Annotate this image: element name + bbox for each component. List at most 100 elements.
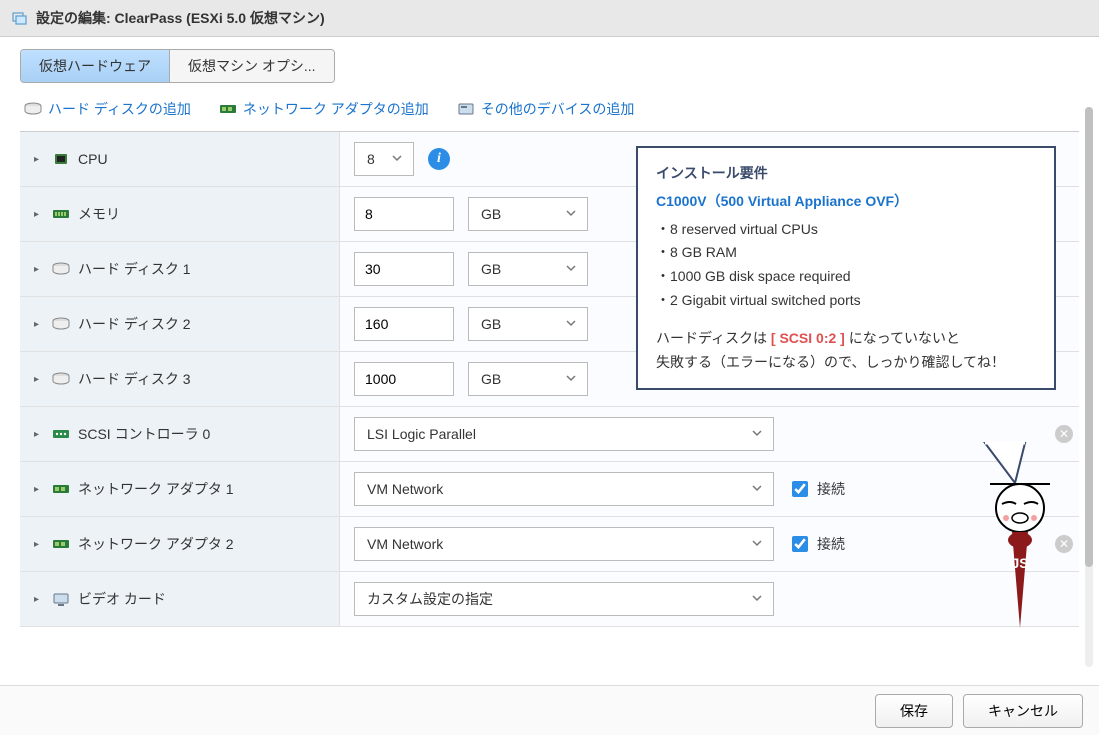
video-controls: カスタム設定の指定	[340, 572, 1049, 626]
expand-icon: ▸	[34, 594, 44, 605]
disk3-unit-select[interactable]: GB	[468, 362, 588, 396]
nic1-connect-label: 接続	[817, 479, 845, 499]
remove-nic2-button[interactable]: ✕	[1055, 535, 1073, 553]
disk3-label-cell[interactable]: ▸ ハード ディスク 3	[20, 352, 340, 406]
nic2-connect-wrap: 接続	[788, 533, 845, 555]
disk3-value-input[interactable]	[354, 362, 454, 396]
nic2-value: VM Network	[367, 536, 443, 552]
disk1-value-input[interactable]	[354, 252, 454, 286]
cancel-button[interactable]: キャンセル	[963, 694, 1083, 728]
disk2-value-input[interactable]	[354, 307, 454, 341]
scrollbar-thumb[interactable]	[1085, 107, 1093, 567]
add-hard-disk[interactable]: ハード ディスクの追加	[24, 99, 191, 119]
add-hard-disk-label: ハード ディスクの追加	[48, 99, 191, 119]
chevron-down-icon	[751, 481, 763, 497]
disk2-unit-select[interactable]: GB	[468, 307, 588, 341]
video-label-cell[interactable]: ▸ ビデオ カード	[20, 572, 340, 626]
nic1-connect-wrap: 接続	[788, 478, 845, 500]
disk2-label: ハード ディスク 2	[78, 314, 191, 334]
nic1-label-cell[interactable]: ▸ ネットワーク アダプタ 1	[20, 462, 340, 516]
expand-icon: ▸	[34, 429, 44, 440]
callout-bullet-2: ・8 GB RAM	[656, 241, 1036, 265]
device-icon	[457, 102, 475, 116]
monitor-icon	[52, 592, 70, 606]
expand-icon: ▸	[34, 484, 44, 495]
scsi-type-select[interactable]: LSI Logic Parallel	[354, 417, 774, 451]
disk3-label: ハード ディスク 3	[78, 369, 191, 389]
scsi-label: SCSI コントローラ 0	[78, 424, 210, 444]
callout-note-1c: になっていないと	[845, 330, 960, 346]
callout-bullet-4: ・2 Gigabit virtual switched ports	[656, 289, 1036, 313]
tab-virtual-hardware[interactable]: 仮想ハードウェア	[21, 50, 170, 82]
nic2-controls: VM Network 接続	[340, 517, 1049, 571]
mascot-character: JS	[988, 478, 1052, 631]
cpu-label: CPU	[78, 151, 108, 167]
callout-product: C1000V（500 Virtual Appliance OVF）	[656, 190, 1036, 214]
row-scsi: ▸ SCSI コントローラ 0 LSI Logic Parallel ✕	[20, 407, 1079, 462]
nic-icon	[52, 482, 70, 496]
chevron-down-icon	[565, 206, 577, 222]
row-nic1: ▸ ネットワーク アダプタ 1 VM Network 接続	[20, 462, 1079, 517]
disk2-unit: GB	[481, 316, 501, 332]
memory-unit: GB	[481, 206, 501, 222]
ram-icon	[52, 207, 70, 221]
info-icon[interactable]: i	[428, 148, 450, 170]
scrollbar[interactable]	[1085, 107, 1093, 667]
callout-note-1: ハードディスクは [ SCSI 0:2 ] になっていないと	[656, 327, 1036, 351]
tab-bar: 仮想ハードウェア 仮想マシン オプシ...	[20, 49, 335, 83]
video-value: カスタム設定の指定	[367, 589, 493, 609]
callout-note-1a: ハードディスクは	[656, 330, 771, 346]
expand-icon: ▸	[34, 319, 44, 330]
disk1-label: ハード ディスク 1	[78, 259, 191, 279]
video-settings-select[interactable]: カスタム設定の指定	[354, 582, 774, 616]
nic1-label: ネットワーク アダプタ 1	[78, 479, 234, 499]
scsi-remove: ✕	[1049, 407, 1079, 461]
scsi-label-cell[interactable]: ▸ SCSI コントローラ 0	[20, 407, 340, 461]
nic1-network-select[interactable]: VM Network	[354, 472, 774, 506]
remove-scsi-button[interactable]: ✕	[1055, 425, 1073, 443]
nic2-network-select[interactable]: VM Network	[354, 527, 774, 561]
memory-label-cell[interactable]: ▸ メモリ	[20, 187, 340, 241]
chevron-down-icon	[565, 371, 577, 387]
nic-icon	[52, 537, 70, 551]
video-label: ビデオ カード	[78, 589, 166, 609]
nic2-remove: ✕	[1049, 517, 1079, 571]
add-other-device[interactable]: その他のデバイスの追加	[457, 99, 635, 119]
cpu-icon	[52, 152, 70, 166]
memory-unit-select[interactable]: GB	[468, 197, 588, 231]
expand-icon: ▸	[34, 209, 44, 220]
nic-icon	[219, 102, 237, 116]
disk1-label-cell[interactable]: ▸ ハード ディスク 1	[20, 242, 340, 296]
expand-icon: ▸	[34, 154, 44, 165]
cpu-value: 8	[367, 151, 375, 167]
chevron-down-icon	[565, 316, 577, 332]
chevron-down-icon	[751, 536, 763, 552]
tab-vm-options[interactable]: 仮想マシン オプシ...	[170, 50, 334, 82]
disk3-unit: GB	[481, 371, 501, 387]
nic1-value: VM Network	[367, 481, 443, 497]
row-video: ▸ ビデオ カード カスタム設定の指定	[20, 572, 1079, 627]
save-button[interactable]: 保存	[875, 694, 953, 728]
callout-bullet-3: ・1000 GB disk space required	[656, 265, 1036, 289]
disk2-label-cell[interactable]: ▸ ハード ディスク 2	[20, 297, 340, 351]
nic2-connect-checkbox[interactable]	[792, 536, 808, 552]
expand-icon: ▸	[34, 264, 44, 275]
disk1-unit: GB	[481, 261, 501, 277]
nic2-label-cell[interactable]: ▸ ネットワーク アダプタ 2	[20, 517, 340, 571]
add-other-label: その他のデバイスの追加	[481, 99, 635, 119]
memory-label: メモリ	[78, 204, 120, 224]
nic1-controls: VM Network 接続	[340, 462, 1049, 516]
add-network-adapter[interactable]: ネットワーク アダプタの追加	[219, 99, 429, 119]
callout-scsi-highlight: [ SCSI 0:2 ]	[771, 330, 845, 346]
nic1-connect-checkbox[interactable]	[792, 481, 808, 497]
memory-value-input[interactable]	[354, 197, 454, 231]
disk1-unit-select[interactable]: GB	[468, 252, 588, 286]
add-toolbar: ハード ディスクの追加 ネットワーク アダプタの追加 その他のデバイスの追加	[20, 99, 1079, 131]
row-nic2: ▸ ネットワーク アダプタ 2 VM Network 接続 ✕	[20, 517, 1079, 572]
disk-icon	[52, 317, 70, 331]
dialog-footer: 保存 キャンセル	[0, 685, 1099, 735]
cpu-label-cell[interactable]: ▸ CPU	[20, 132, 340, 186]
cpu-count-select[interactable]: 8	[354, 142, 414, 176]
scsi-value: LSI Logic Parallel	[367, 426, 476, 442]
window-title: 設定の編集: ClearPass (ESXi 5.0 仮想マシン)	[36, 8, 325, 28]
